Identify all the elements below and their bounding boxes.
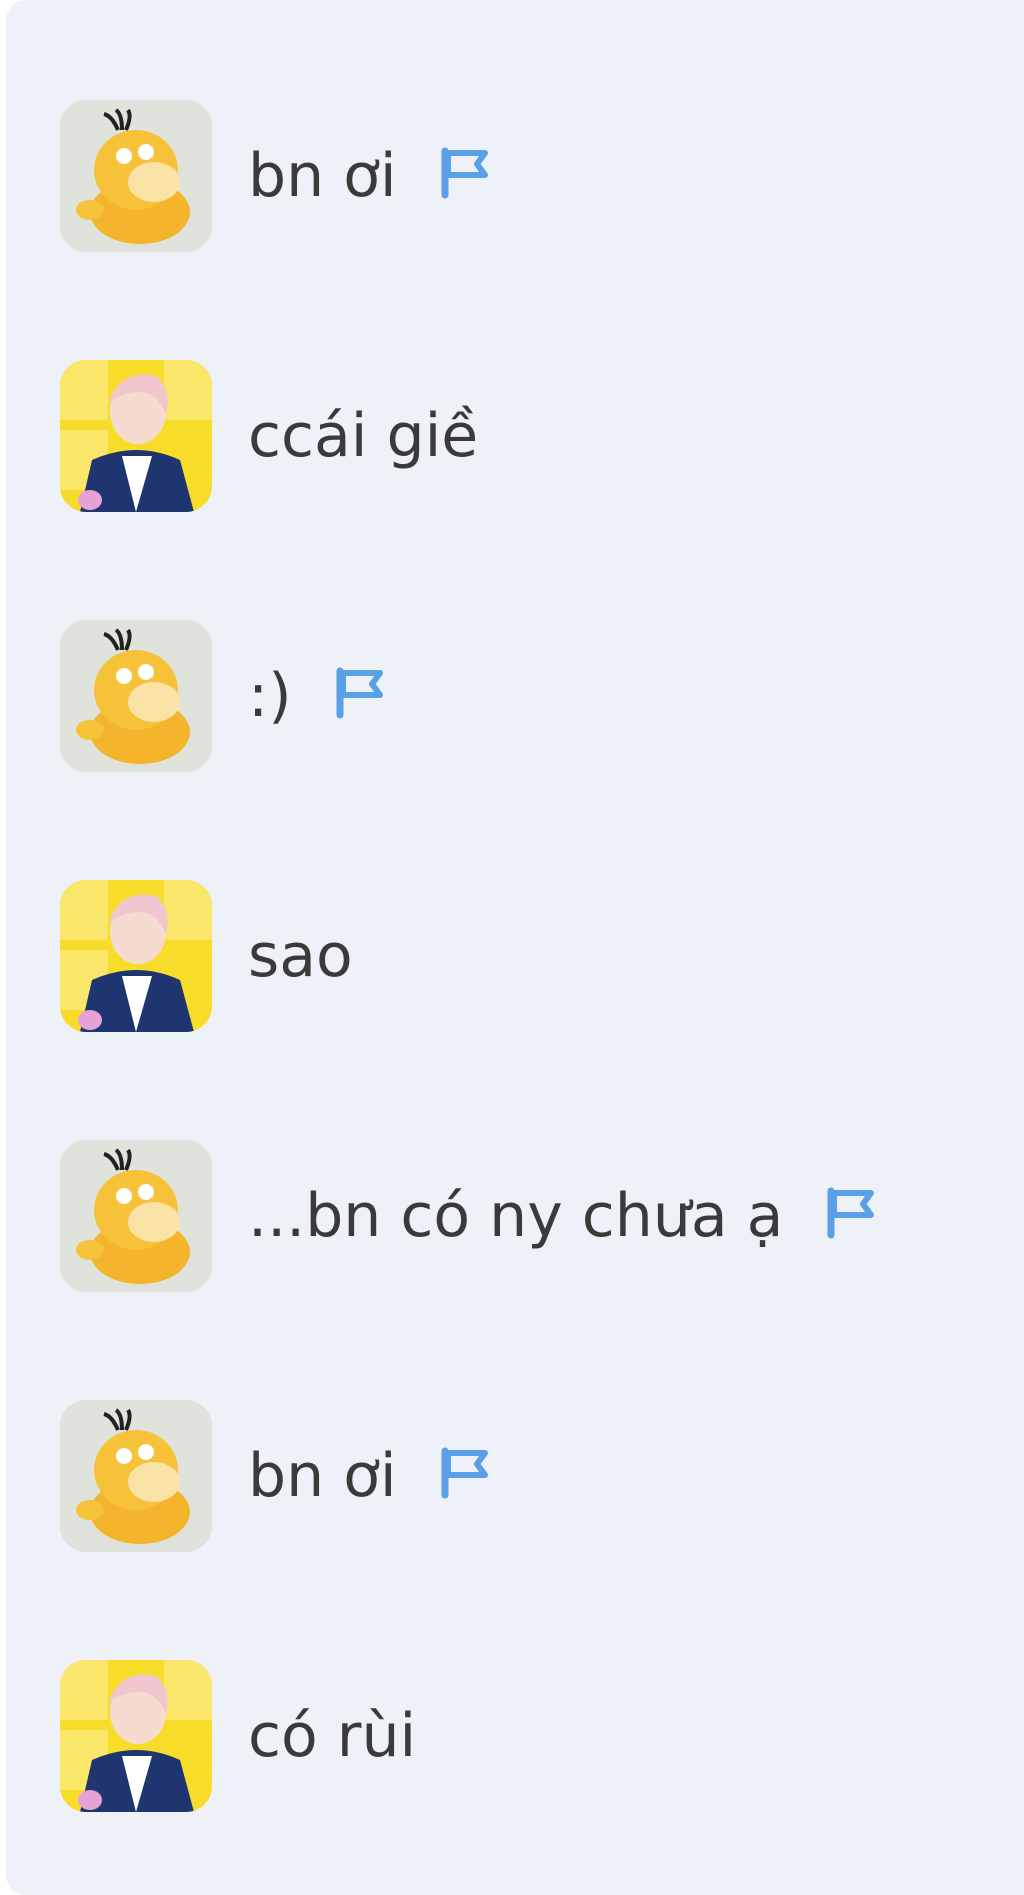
- psyduck-avatar[interactable]: [60, 620, 212, 772]
- message-text: sao: [248, 921, 353, 991]
- chat-message: ...bn có ny chưa ạ: [60, 1140, 877, 1292]
- flag-icon[interactable]: [823, 1185, 877, 1239]
- flag-icon[interactable]: [332, 665, 386, 719]
- anime-boy-avatar[interactable]: [60, 1660, 212, 1812]
- anime-boy-avatar[interactable]: [60, 880, 212, 1032]
- message-text: ...bn có ny chưa ạ: [248, 1181, 784, 1251]
- message-text: ccái giề: [248, 401, 479, 471]
- message-text: :): [248, 661, 292, 731]
- flag-icon[interactable]: [437, 145, 491, 199]
- chat-panel: bn ơi ccái giề:) sao ...bn có ny chưa ạ…: [6, 0, 1024, 1895]
- chat-message: có rùi: [60, 1660, 416, 1812]
- chat-message: bn ơi: [60, 1400, 491, 1552]
- chat-message: bn ơi: [60, 100, 491, 252]
- psyduck-avatar[interactable]: [60, 100, 212, 252]
- message-text: bn ơi: [248, 1441, 397, 1511]
- chat-message: sao: [60, 880, 353, 1032]
- psyduck-avatar[interactable]: [60, 1140, 212, 1292]
- anime-boy-avatar[interactable]: [60, 360, 212, 512]
- message-text: có rùi: [248, 1701, 417, 1771]
- chat-message: :): [60, 620, 386, 772]
- psyduck-avatar[interactable]: [60, 1400, 212, 1552]
- chat-message: ccái giề: [60, 360, 478, 512]
- flag-icon[interactable]: [437, 1445, 491, 1499]
- message-text: bn ơi: [248, 141, 397, 211]
